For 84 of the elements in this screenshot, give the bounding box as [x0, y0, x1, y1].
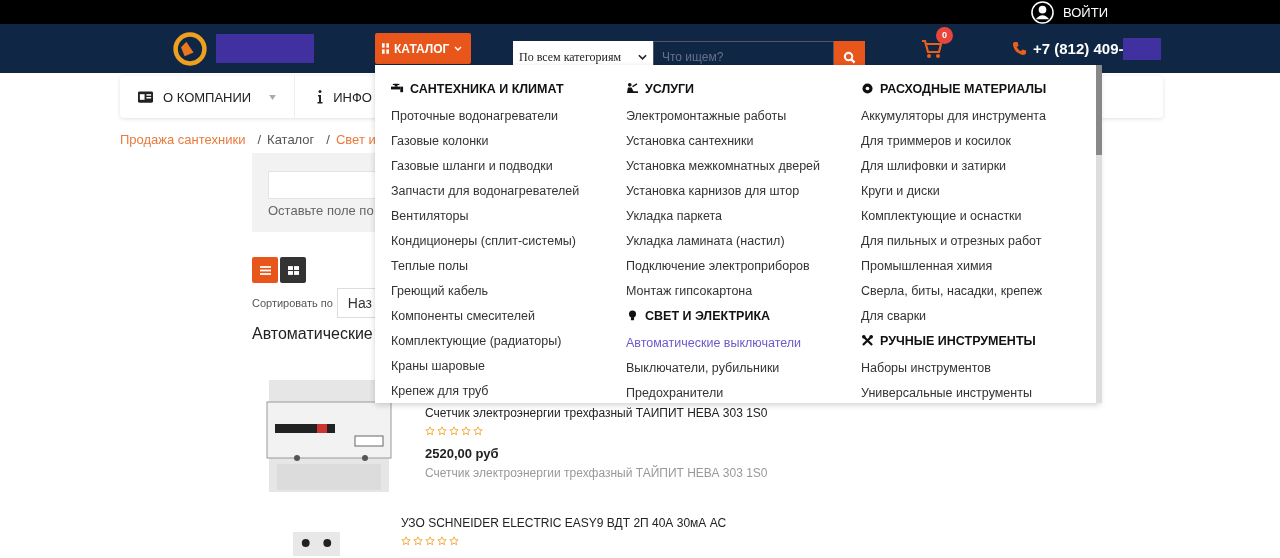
star-icon: [449, 426, 459, 436]
menu-item[interactable]: Универсальные инструменты: [861, 381, 1096, 406]
star-icon: [449, 536, 459, 546]
fox-logo-icon[interactable]: [172, 30, 208, 67]
menu-item[interactable]: Установка межкомнатных дверей: [626, 154, 861, 179]
login-link[interactable]: ВОЙТИ: [1063, 4, 1108, 20]
menu-item[interactable]: Для сварки: [861, 304, 1096, 329]
menu-item[interactable]: Греющий кабель: [391, 279, 626, 304]
menu-item[interactable]: Подключение электроприборов: [626, 254, 861, 279]
list-icon: [259, 265, 271, 275]
menu-item[interactable]: Комплектующие (радиаторы): [391, 329, 626, 354]
menu-item[interactable]: Для шлифовки и затирки: [861, 154, 1096, 179]
menu-item[interactable]: Теплые полы: [391, 254, 626, 279]
phone-icon: [1012, 41, 1027, 56]
catalog-button[interactable]: КАТАЛОГ: [375, 33, 471, 64]
menu-section-title: СВЕТ И ЭЛЕКТРИКА: [645, 308, 771, 323]
menu-item[interactable]: Для триммеров и косилок: [861, 129, 1096, 154]
menu-section-title: РУЧНЫЕ ИНСТРУМЕНТЫ: [880, 333, 1036, 348]
menu-section-title: РАСХОДНЫЕ МАТЕРИАЛЫ: [880, 81, 1047, 96]
menu-item[interactable]: Укладка паркета: [626, 204, 861, 229]
menu-item[interactable]: Проточные водонагреватели: [391, 104, 626, 129]
breadcrumb-link[interactable]: Каталог: [267, 132, 315, 147]
menu-item[interactable]: Предохранители: [626, 381, 861, 406]
star-icon: [425, 426, 435, 436]
menu-item[interactable]: Газовые шланги и подводки: [391, 154, 626, 179]
menu-section-title: САНТЕХНИКА И КЛИМАТ: [410, 81, 564, 96]
menu-item[interactable]: Краны шаровые: [391, 354, 626, 379]
menu-item[interactable]: Промышленная химия: [861, 254, 1096, 279]
menu-item[interactable]: Электромонтажные работы: [626, 104, 861, 129]
nav-link[interactable]: ИНФО: [333, 89, 372, 105]
bulb-icon: [626, 310, 639, 321]
product-title-link[interactable]: Счетчик электроэнергии трехфазный ТАИПИТ НЕВА 303 1S0: [425, 406, 768, 420]
sort-label: Сортировать по: [252, 297, 333, 309]
menu-item[interactable]: Для пильных и отрезных работ: [861, 229, 1096, 254]
menu-section-title: УСЛУГИ: [645, 81, 695, 96]
menu-item[interactable]: Компоненты смесителей: [391, 304, 626, 329]
star-icon: [401, 536, 411, 546]
menu-item[interactable]: Запчасти для водонагревателей: [391, 179, 626, 204]
breadcrumb-separator: /: [257, 132, 262, 147]
menu-item[interactable]: Монтаж гипсокартона: [626, 279, 861, 304]
menu-item[interactable]: Вентиляторы: [391, 204, 626, 229]
menu-item[interactable]: Круги и диски: [861, 179, 1096, 204]
menu-item[interactable]: Комплектующие и оснастки: [861, 204, 1096, 229]
caret-icon: [454, 46, 463, 51]
grid-icon: [382, 43, 389, 54]
star-icon: [437, 426, 447, 436]
tools-icon: [861, 335, 874, 346]
product-description: Счетчик электроэнергии трехфазный ТАЙПИТ НЕВА 303 1S0: [425, 466, 768, 480]
star-icon: [413, 536, 423, 546]
menu-item[interactable]: Газовые колонки: [391, 129, 626, 154]
category-heading: Автоматические: [252, 325, 373, 343]
caret-icon: [638, 54, 647, 60]
info-icon: [317, 90, 324, 104]
grid-view-button[interactable]: [280, 257, 306, 283]
redaction-block: [1123, 37, 1162, 60]
scrollbar[interactable]: [1096, 65, 1102, 403]
cart-icon[interactable]: [921, 38, 943, 59]
product-price: 2520,00 руб: [425, 446, 499, 461]
menu-item[interactable]: Установка карнизов для штор: [626, 179, 861, 204]
cart-count-badge: 0: [936, 26, 953, 44]
disc-icon: [861, 83, 874, 94]
breadcrumb-separator: /: [326, 132, 330, 147]
menu-item[interactable]: Укладка ламината (настил): [626, 229, 861, 254]
nav-link[interactable]: О КОМПАНИИ: [163, 89, 252, 105]
menu-item[interactable]: Установка сантехники: [626, 129, 861, 154]
user-icon[interactable]: [1031, 0, 1054, 24]
menu-item[interactable]: Кондиционеры (сплит-системы): [391, 229, 626, 254]
product-title-link[interactable]: УЗО SCHNEIDER ELECTRIC EASY9 ВДТ 2П 40А 30мА АС: [401, 516, 727, 530]
faucet-icon: [391, 83, 404, 94]
menu-item[interactable]: Автоматические выключатели: [626, 331, 861, 356]
id-card-icon: [138, 91, 153, 103]
search-icon: [843, 50, 856, 64]
menu-item[interactable]: Аккумуляторы для инструмента: [861, 104, 1096, 129]
star-icon: [461, 426, 471, 436]
phone-number[interactable]: +7 (812) 409-: [1033, 40, 1124, 57]
grid-icon: [287, 265, 299, 275]
menu-item[interactable]: Сверла, биты, насадки, крепеж: [861, 279, 1096, 304]
menu-item[interactable]: Выключатели, рубильники: [626, 356, 861, 381]
menu-item[interactable]: Наборы инструментов: [861, 356, 1096, 381]
worker-icon: [626, 83, 639, 94]
menu-item[interactable]: Крепеж для труб: [391, 379, 626, 404]
star-icon: [473, 426, 483, 436]
star-icon: [437, 536, 447, 546]
star-icon: [425, 536, 435, 546]
